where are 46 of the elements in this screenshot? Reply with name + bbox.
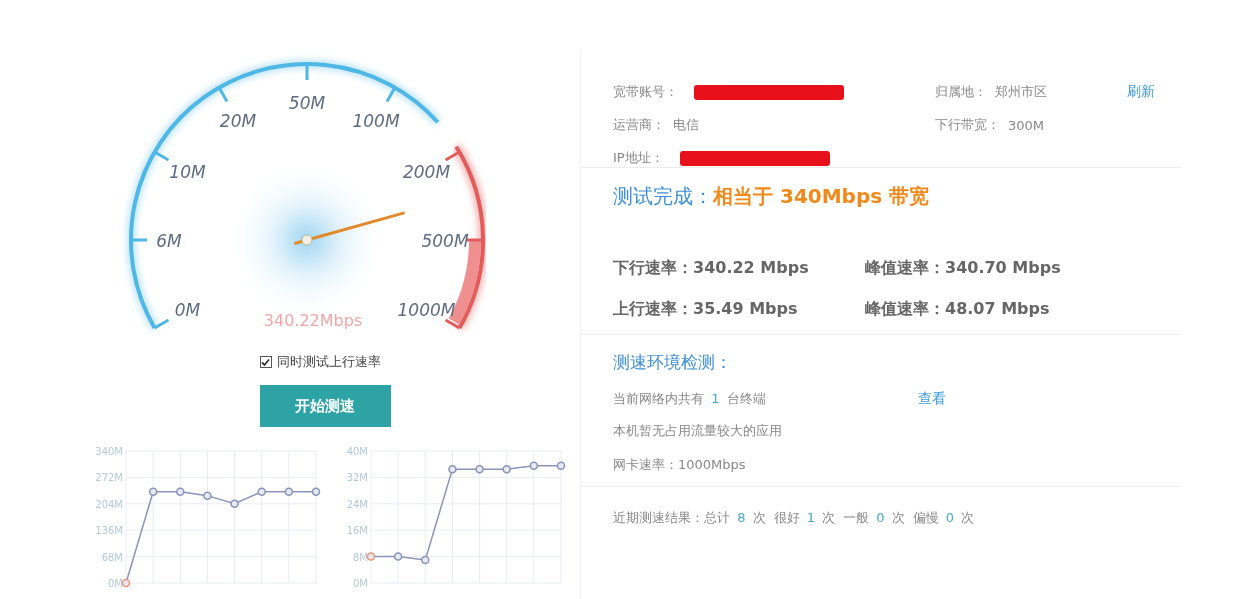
result-summary: 相当于 340Mbps 带宽 bbox=[713, 184, 930, 208]
axis-tick-label: 0M bbox=[353, 578, 368, 589]
axis-tick-label: 8M bbox=[353, 551, 368, 563]
checkbox-label: 同时测试上行速率 bbox=[276, 353, 381, 371]
axis-tick-label: 32M bbox=[346, 472, 368, 484]
axis-tick-label: 68M bbox=[101, 551, 123, 563]
app-status-text: 本机暂无占用流量较大的应用 bbox=[613, 422, 783, 440]
axis-tick-label: 40M bbox=[346, 446, 368, 457]
axis-tick-label: 204M bbox=[95, 498, 123, 510]
field-value: 300M bbox=[1008, 117, 1045, 133]
refresh-link[interactable]: 刷新 bbox=[1127, 83, 1155, 167]
field-label: 宽带账号： bbox=[613, 83, 678, 101]
scale-label: 50M bbox=[288, 93, 326, 113]
result-title: 测试完成： bbox=[613, 184, 713, 208]
field-label: IP地址： bbox=[613, 149, 664, 167]
field-label: 下行带宽： bbox=[935, 116, 1000, 134]
peak-rate: 峰值速率：48.07 Mbps bbox=[865, 299, 1050, 320]
field-label: 运营商： bbox=[613, 116, 665, 134]
speed-rate: 下行速率：340.22 Mbps bbox=[613, 258, 810, 279]
axis-tick-label: 16M bbox=[346, 525, 368, 537]
scale-label: 6M bbox=[156, 231, 182, 251]
view-link[interactable]: 查看 bbox=[918, 390, 946, 408]
upload-checkbox[interactable] bbox=[259, 356, 272, 368]
scale-label: 200M bbox=[402, 162, 451, 182]
start-test-button[interactable]: 开始测速 bbox=[259, 385, 391, 427]
recent-results-text: 近期测速结果：总计 8 次 很好 1 次 一般 0 次 偏慢 0 次 bbox=[612, 509, 976, 527]
section-title: 测速环境检测： bbox=[613, 351, 733, 374]
device-count-text: 当前网络内共有 1 台终端 bbox=[613, 390, 767, 408]
axis-tick-label: 24M bbox=[346, 498, 368, 510]
scale-label: 100M bbox=[352, 111, 400, 132]
axis-tick-label: 272M bbox=[95, 472, 123, 484]
scale-label: 500M bbox=[421, 231, 469, 251]
scale-label: 10M bbox=[169, 162, 206, 182]
field-label: 归属地： bbox=[935, 83, 987, 101]
axis-tick-label: 136M bbox=[95, 525, 123, 537]
field-value: 电信 bbox=[673, 116, 699, 134]
field-value: 郑州市区 bbox=[995, 83, 1047, 101]
scale-label: 20M bbox=[219, 111, 257, 132]
scale-label: 0M bbox=[174, 300, 201, 320]
nic-speed-text: 网卡速率：1000Mbps bbox=[613, 456, 747, 474]
peak-rate: 峰值速率：340.70 Mbps bbox=[865, 258, 1061, 279]
axis-tick-label: 0M bbox=[108, 578, 123, 589]
speed-rate: 上行速率：35.49 Mbps bbox=[613, 299, 799, 320]
speed-reading: 340.22Mbps bbox=[263, 311, 363, 330]
axis-tick-label: 340M bbox=[95, 446, 123, 457]
scale-label: 1000M bbox=[397, 300, 456, 320]
